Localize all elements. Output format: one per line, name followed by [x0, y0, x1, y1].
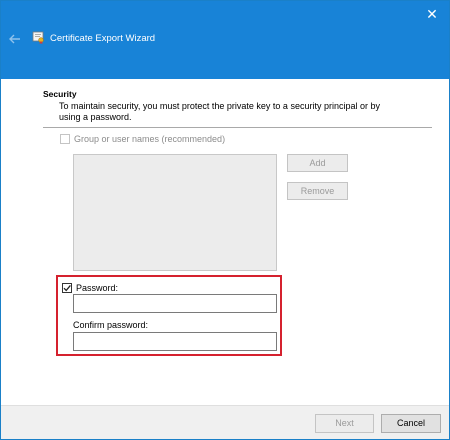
- wizard-title: Certificate Export Wizard: [50, 33, 156, 44]
- confirm-password-input[interactable]: [73, 332, 277, 351]
- section-description: To maintain security, you must protect t…: [59, 101, 380, 122]
- section-heading: Security: [43, 89, 77, 99]
- back-button[interactable]: [7, 31, 23, 47]
- back-arrow-icon: [9, 34, 20, 44]
- add-button[interactable]: Add: [287, 154, 348, 172]
- group-or-user-label: Group or user names (recommended): [74, 134, 226, 144]
- password-checkbox-row[interactable]: Password:: [62, 282, 118, 294]
- group-or-user-checkbox[interactable]: [60, 134, 70, 144]
- password-input[interactable]: [73, 294, 277, 313]
- group-or-user-checkbox-row[interactable]: Group or user names (recommended): [60, 133, 225, 145]
- certificate-export-wizard-window: ✕ Certificate Export Wizard Security To …: [0, 0, 450, 440]
- checkmark-icon: [63, 284, 71, 292]
- group-or-user-list: [73, 154, 277, 271]
- password-checkbox[interactable]: [62, 283, 72, 293]
- title-bar: ✕ Certificate Export Wizard: [1, 1, 449, 79]
- divider: [43, 127, 432, 128]
- wizard-footer: Next Cancel: [1, 405, 449, 439]
- close-button[interactable]: ✕: [421, 5, 443, 23]
- next-button[interactable]: Next: [315, 414, 374, 433]
- confirm-password-label: Confirm password:: [73, 320, 149, 330]
- close-icon: ✕: [426, 6, 438, 22]
- password-label: Password:: [76, 283, 119, 293]
- wizard-content: Security To maintain security, you must …: [1, 79, 449, 405]
- remove-button[interactable]: Remove: [287, 182, 348, 200]
- certificate-icon: [32, 31, 45, 45]
- cancel-button[interactable]: Cancel: [381, 414, 441, 433]
